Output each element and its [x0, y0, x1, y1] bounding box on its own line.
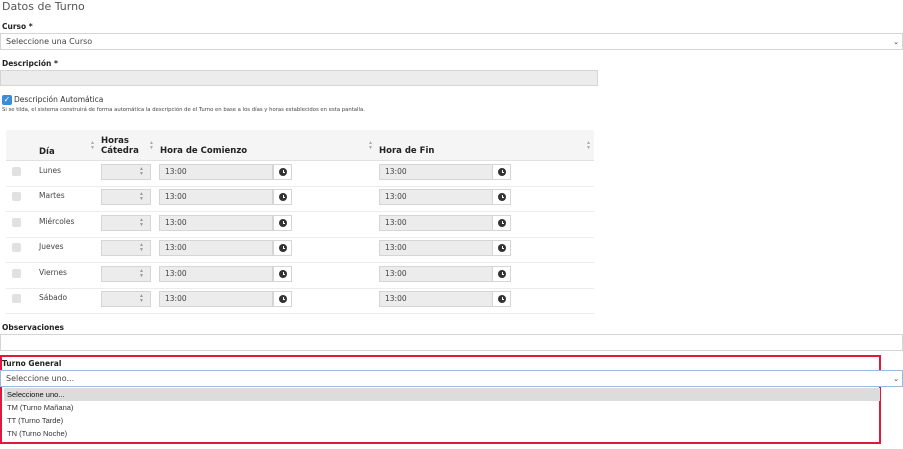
hora-comienzo-input[interactable]: 13:00	[159, 266, 273, 282]
clock-icon	[279, 244, 287, 252]
table-row: Sábado ▲ ▼ 13:00 13:00	[6, 288, 594, 314]
hora-comienzo-input[interactable]: 13:00	[159, 291, 273, 307]
row-checkbox[interactable]	[12, 167, 21, 176]
horas-catedra-input[interactable]: ▲ ▼	[101, 189, 151, 205]
sort-icon[interactable]: ▲ ▼	[149, 141, 154, 151]
clock-icon	[498, 193, 506, 201]
clock-icon	[279, 193, 287, 201]
table-row: Viernes ▲ ▼ 13:00 13:00	[6, 263, 594, 289]
day-label: Martes	[39, 191, 65, 200]
turno-general-selected: Seleccione uno...	[6, 374, 75, 383]
day-label: Lunes	[39, 166, 62, 175]
spinner-icon[interactable]: ▲ ▼	[139, 243, 144, 253]
horas-catedra-input[interactable]: ▲ ▼	[101, 215, 151, 231]
clock-button[interactable]	[273, 215, 292, 231]
turno-general-label: Turno General	[2, 359, 62, 368]
descripcion-input[interactable]	[0, 70, 598, 86]
clock-icon	[498, 168, 506, 176]
dropdown-option[interactable]: TT (Turno Tarde)	[4, 414, 880, 427]
auto-description-hint: Si se tilda, el sistema construirá de fo…	[2, 107, 365, 113]
hora-comienzo-input[interactable]: 13:00	[159, 215, 273, 231]
section-title: Datos de Turno	[2, 0, 85, 13]
hora-fin-input[interactable]: 13:00	[379, 266, 493, 282]
day-label: Sábado	[39, 293, 68, 302]
sort-icon[interactable]: ▲ ▼	[90, 141, 95, 151]
observaciones-label: Observaciones	[2, 323, 65, 332]
observaciones-input[interactable]	[0, 334, 903, 351]
sort-icon[interactable]: ▲ ▼	[586, 141, 591, 151]
clock-button[interactable]	[273, 291, 292, 307]
header-hora-comienzo: Hora de Comienzo	[160, 146, 248, 156]
spinner-icon[interactable]: ▲ ▼	[139, 218, 144, 228]
clock-button[interactable]	[492, 189, 511, 205]
hora-fin-input[interactable]: 13:00	[379, 240, 493, 256]
hora-fin-input[interactable]: 13:00	[379, 164, 493, 180]
auto-description-label: Descripción Automática	[14, 95, 104, 104]
spinner-icon[interactable]: ▲ ▼	[139, 192, 144, 202]
clock-button[interactable]	[273, 240, 292, 256]
clock-icon	[498, 270, 506, 278]
row-checkbox[interactable]	[12, 269, 21, 278]
clock-button[interactable]	[492, 240, 511, 256]
hora-fin-input[interactable]: 13:00	[379, 215, 493, 231]
clock-icon	[498, 244, 506, 252]
hora-fin-input[interactable]: 13:00	[379, 189, 493, 205]
horas-catedra-input[interactable]: ▲ ▼	[101, 266, 151, 282]
day-label: Miércoles	[39, 217, 75, 226]
row-checkbox[interactable]	[12, 218, 21, 227]
turno-general-select[interactable]: Seleccione uno... ⌄	[0, 370, 903, 387]
schedule-table: Día ▲ ▼ Horas Cátedra ▲ ▼ Hora de Comienzo…	[6, 130, 594, 314]
clock-button[interactable]	[273, 164, 292, 180]
table-header: Día ▲ ▼ Horas Cátedra ▲ ▼ Hora de Comienzo…	[6, 130, 594, 161]
table-row: Lunes ▲ ▼ 13:00 13:00	[6, 161, 594, 187]
clock-icon	[498, 295, 506, 303]
clock-button[interactable]	[492, 266, 511, 282]
clock-icon	[279, 219, 287, 227]
curso-label: Curso *	[2, 22, 33, 31]
curso-select[interactable]: Seleccione una Curso ⌄	[0, 33, 903, 50]
clock-icon	[498, 219, 506, 227]
horas-catedra-input[interactable]: ▲ ▼	[101, 240, 151, 256]
dropdown-option[interactable]: TN (Turno Noche)	[4, 427, 880, 440]
table-row: Miércoles ▲ ▼ 13:00 13:00	[6, 212, 594, 238]
hora-comienzo-input[interactable]: 13:00	[159, 240, 273, 256]
hora-comienzo-input[interactable]: 13:00	[159, 189, 273, 205]
clock-icon	[279, 168, 287, 176]
header-horas-line1: Horas	[101, 136, 129, 146]
clock-button[interactable]	[492, 164, 511, 180]
chevron-down-icon: ⌄	[893, 37, 899, 46]
descripcion-label: Descripción *	[2, 59, 58, 68]
spinner-icon[interactable]: ▲ ▼	[139, 167, 144, 177]
check-icon: ✓	[3, 95, 11, 104]
row-checkbox[interactable]	[12, 243, 21, 252]
hora-comienzo-input[interactable]: 13:00	[159, 164, 273, 180]
clock-icon	[279, 295, 287, 303]
dropdown-option[interactable]: TM (Turno Mañana)	[4, 401, 880, 414]
spinner-icon[interactable]: ▲ ▼	[139, 269, 144, 279]
clock-button[interactable]	[273, 266, 292, 282]
table-row: Jueves ▲ ▼ 13:00 13:00	[6, 237, 594, 263]
spinner-icon[interactable]: ▲ ▼	[139, 294, 144, 304]
horas-catedra-input[interactable]: ▲ ▼	[101, 164, 151, 180]
hora-fin-input[interactable]: 13:00	[379, 291, 493, 307]
horas-catedra-input[interactable]: ▲ ▼	[101, 291, 151, 307]
turno-general-options: Seleccione uno... TM (Turno Mañana) TT (…	[4, 388, 880, 440]
dropdown-option[interactable]: Seleccione uno...	[4, 388, 880, 401]
header-hora-fin: Hora de Fin	[379, 146, 435, 156]
auto-description-checkbox[interactable]: ✓	[2, 95, 12, 105]
clock-button[interactable]	[273, 189, 292, 205]
day-label: Viernes	[39, 268, 67, 277]
clock-button[interactable]	[492, 291, 511, 307]
row-checkbox[interactable]	[12, 192, 21, 201]
table-row: Martes ▲ ▼ 13:00 13:00	[6, 186, 594, 212]
chevron-down-icon: ⌄	[893, 374, 899, 383]
day-label: Jueves	[39, 242, 64, 251]
sort-icon[interactable]: ▲ ▼	[368, 141, 373, 151]
curso-selected: Seleccione una Curso	[6, 37, 93, 46]
clock-button[interactable]	[492, 215, 511, 231]
header-dia: Día	[39, 147, 55, 157]
clock-icon	[279, 270, 287, 278]
row-checkbox[interactable]	[12, 294, 21, 303]
header-horas-line2: Cátedra	[101, 146, 139, 156]
